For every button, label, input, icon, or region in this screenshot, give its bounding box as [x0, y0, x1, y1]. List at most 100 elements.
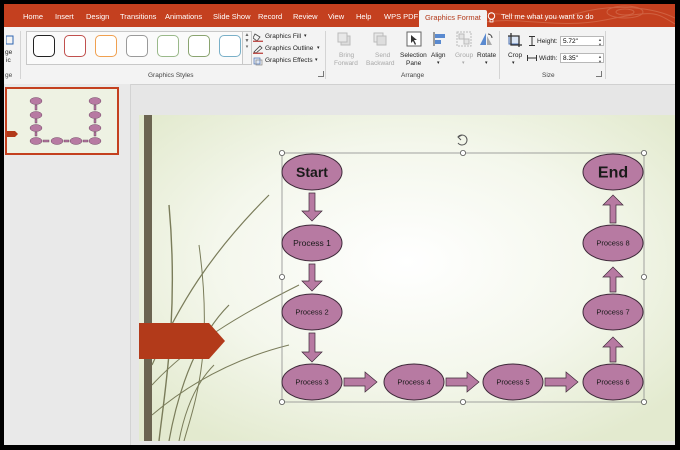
resize-handle[interactable] [278, 398, 285, 405]
graphics-style-2[interactable] [64, 35, 86, 57]
selection-pane-icon [406, 31, 422, 47]
tab-review[interactable]: Review [293, 10, 318, 27]
graphics-fill-dropdown-icon[interactable]: ▾ [304, 33, 307, 39]
node-process-2-label: Process 2 [295, 308, 328, 317]
graphics-styles-group-label: Graphics Styles [148, 72, 194, 79]
paint-bucket-icon [253, 33, 263, 42]
tab-transitions[interactable]: Transitions [120, 10, 156, 27]
size-group-label: Size [542, 72, 555, 79]
graphics-styles-launcher-icon[interactable] [318, 71, 324, 77]
selection-pane-label-1[interactable]: Selection [400, 52, 427, 59]
align-button[interactable]: Align [431, 52, 445, 59]
resize-handle[interactable] [278, 150, 285, 157]
ribbon-separator [20, 31, 21, 79]
tab-animations[interactable]: Animations [165, 10, 202, 27]
change-graphic-icon[interactable] [6, 35, 14, 45]
graphics-effects-button[interactable]: Graphics Effects [265, 57, 313, 64]
graphics-style-1[interactable] [33, 35, 55, 57]
ribbon-separator [325, 31, 326, 79]
ribbon-separator [605, 31, 606, 79]
tell-me-search[interactable]: Tell me what you want to do [487, 10, 594, 24]
tell-me-text: Tell me what you want to do [501, 12, 594, 21]
node-process-6-label: Process 6 [596, 378, 629, 387]
effects-icon [253, 57, 263, 66]
slide-left-bar [144, 115, 152, 441]
rotate-button[interactable]: Rotate [477, 52, 496, 59]
node-process-1-label: Process 1 [293, 238, 331, 248]
slide-thumbnail-1[interactable] [5, 87, 119, 155]
node-process-4-label: Process 4 [397, 378, 430, 387]
tab-wps-pdf[interactable]: WPS PDF [384, 10, 418, 27]
graphics-style-4[interactable] [126, 35, 148, 57]
ribbon-graphics-format: ge ic ge ▲ ▼ ▾ Graphics Fill ▾ Graphics Ou… [4, 27, 675, 85]
selection-pane-label-2[interactable]: Pane [406, 60, 421, 67]
node-process-8-label: Process 8 [596, 239, 629, 248]
slide-thumbnail-pane [4, 84, 131, 445]
tab-graphics-format[interactable]: Graphics Format [419, 10, 487, 27]
resize-handle[interactable] [640, 273, 647, 280]
graphics-fill-button[interactable]: Graphics Fill [265, 33, 301, 40]
align-dropdown-icon[interactable]: ▾ [437, 60, 440, 66]
node-end-label: End [598, 165, 628, 182]
width-label: Width: [539, 55, 558, 62]
ribbon-tab-bar: Home Insert Design Transitions Animation… [4, 4, 675, 27]
align-icon [433, 32, 445, 46]
tab-slide-show[interactable]: Slide Show [213, 10, 251, 27]
node-process-3-label: Process 3 [295, 378, 328, 387]
crop-icon [508, 33, 522, 47]
change-group-label-cut: ge [5, 72, 13, 79]
resize-handle[interactable] [640, 398, 647, 405]
group-icon [456, 31, 472, 47]
height-value: 5.72" [563, 38, 578, 45]
tab-design[interactable]: Design [86, 10, 109, 27]
graphics-style-3[interactable] [95, 35, 117, 57]
group-dropdown-icon[interactable]: ▾ [462, 60, 465, 66]
graphics-style-5[interactable] [157, 35, 179, 57]
size-launcher-icon[interactable] [596, 71, 602, 77]
change-graphic-label-cut2: ic [6, 57, 11, 64]
resize-handle[interactable] [278, 273, 285, 280]
height-icon [529, 36, 535, 46]
thumbnail-preview [7, 97, 102, 145]
tab-insert[interactable]: Insert [55, 10, 74, 27]
tab-help[interactable]: Help [356, 10, 371, 27]
node-process-5-label: Process 5 [496, 378, 529, 387]
height-spinner-icon[interactable]: ▲ ▼ [598, 37, 602, 47]
graphics-style-6[interactable] [188, 35, 210, 57]
bring-forward-label-1[interactable]: Bring [339, 52, 354, 59]
height-label: Height: [537, 38, 558, 45]
slide-drawing: Start Process 1 Process 2 Process 3 Process … [139, 115, 675, 441]
send-backward-label-2[interactable]: Backward [366, 60, 395, 67]
graphics-outline-button[interactable]: Graphics Outline [265, 45, 313, 52]
tab-view[interactable]: View [328, 10, 344, 27]
graphics-style-7[interactable] [219, 35, 241, 57]
send-backward-label-1[interactable]: Send [375, 52, 390, 59]
width-icon [527, 55, 537, 61]
tab-home[interactable]: Home [23, 10, 43, 27]
slide-banner-arrow [139, 323, 225, 359]
slide-canvas[interactable]: Start Process 1 Process 2 Process 3 Process … [139, 115, 675, 441]
width-input[interactable]: 8.35" ▲ ▼ [560, 53, 604, 64]
resize-handle[interactable] [459, 398, 466, 405]
gallery-scroll-buttons[interactable]: ▲ ▼ ▾ [242, 31, 252, 65]
node-start-label: Start [296, 164, 328, 180]
tab-record[interactable]: Record [258, 10, 282, 27]
node-process-7-label: Process 7 [596, 308, 629, 317]
graphics-outline-dropdown-icon[interactable]: ▾ [317, 45, 320, 51]
crop-dropdown-icon[interactable]: ▾ [512, 60, 515, 66]
lightbulb-icon [487, 11, 496, 22]
graphics-effects-dropdown-icon[interactable]: ▾ [315, 57, 318, 63]
rotate-dropdown-icon[interactable]: ▾ [485, 60, 488, 66]
width-spinner-icon[interactable]: ▲ ▼ [598, 54, 602, 64]
change-graphic-label-cut[interactable]: ge [5, 49, 12, 56]
bring-forward-icon [337, 32, 351, 46]
height-input[interactable]: 5.72" ▲ ▼ [560, 36, 604, 47]
powerpoint-window: Home Insert Design Transitions Animation… [4, 4, 675, 445]
resize-handle[interactable] [640, 150, 647, 157]
ribbon-separator [499, 31, 500, 79]
bring-forward-label-2[interactable]: Forward [334, 60, 358, 67]
crop-button[interactable]: Crop [508, 52, 522, 59]
resize-handle[interactable] [459, 150, 466, 157]
group-button[interactable]: Group [455, 52, 473, 59]
arrange-group-label: Arrange [401, 72, 425, 79]
